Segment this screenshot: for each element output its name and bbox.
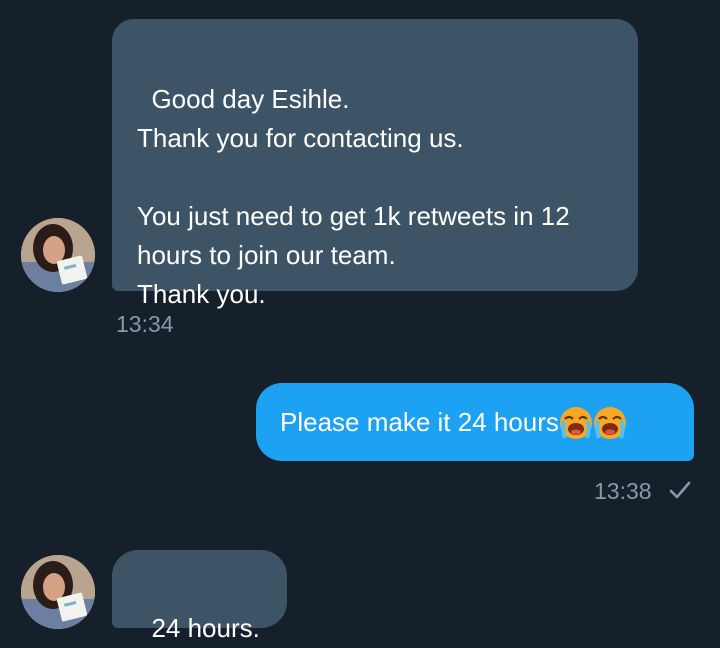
message-text: Please make it 24 hours bbox=[280, 407, 559, 437]
message-text: Good day Esihle. Thank you for contactin… bbox=[137, 84, 570, 309]
outgoing-message-bubble[interactable]: Please make it 24 hours bbox=[256, 383, 694, 461]
loudly-crying-face-icon bbox=[593, 406, 626, 439]
incoming-message-bubble[interactable]: Good day Esihle. Thank you for contactin… bbox=[112, 19, 638, 309]
sender-avatar[interactable] bbox=[21, 555, 95, 629]
message-timestamp: 13:38 bbox=[594, 478, 652, 504]
check-icon bbox=[669, 481, 691, 499]
message-text: 24 hours. bbox=[151, 613, 260, 643]
incoming-message-bubble[interactable]: 24 hours. bbox=[112, 550, 287, 643]
avatar-photo-icon bbox=[21, 218, 95, 292]
sender-avatar[interactable] bbox=[21, 218, 95, 292]
loudly-crying-face-icon bbox=[559, 406, 592, 439]
avatar-photo-icon bbox=[21, 555, 95, 629]
message-timestamp: 13:34 bbox=[116, 311, 174, 337]
